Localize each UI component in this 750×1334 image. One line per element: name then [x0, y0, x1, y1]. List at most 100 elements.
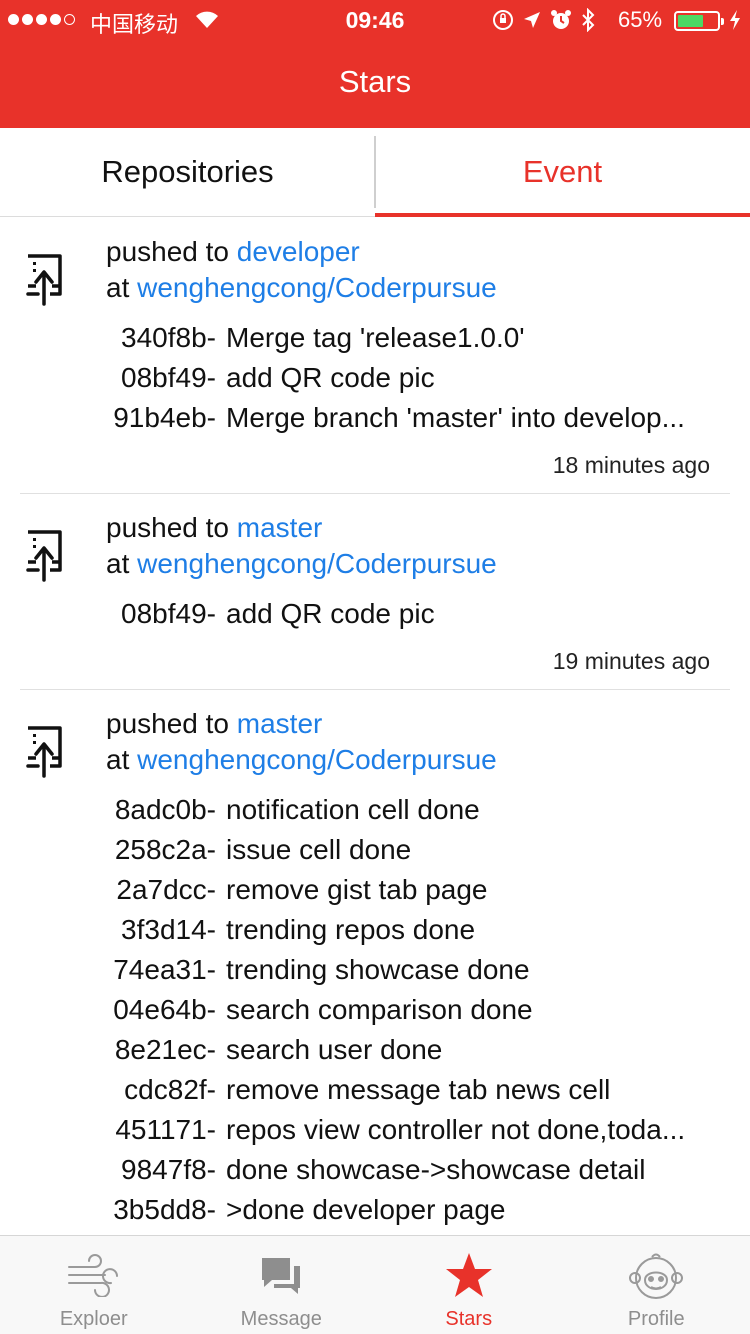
commit-sha: cdc82f-: [124, 1074, 216, 1105]
event-timestamp: 18 minutes ago: [552, 452, 710, 478]
event-action-line: pushed to master: [40, 706, 710, 742]
branch-link[interactable]: developer: [237, 236, 360, 267]
commit-row[interactable]: 9847f8- done showcase->showcase detail: [40, 1150, 710, 1190]
tabbar-item-exploer[interactable]: Exploer: [0, 1236, 188, 1334]
commit-sha: 258c2a-: [114, 834, 216, 865]
at-label: at: [106, 548, 130, 579]
event-item[interactable]: pushed to master at wenghengcong/Coderpur…: [20, 494, 730, 690]
branch-link[interactable]: master: [237, 512, 323, 543]
at-label: at: [106, 272, 130, 303]
event-timestamp: 19 minutes ago: [552, 648, 710, 674]
event-repo-line: at wenghengcong/Coderpursue: [40, 546, 710, 582]
page-title: Stars: [338, 64, 412, 99]
navigation-bar: 中国移动 09:46 65% Stars: [0, 0, 750, 128]
commit-list: 340f8b- Merge tag 'release1.0.0' 08bf49- ad…: [40, 318, 710, 438]
commit-sha: 91b4eb-: [113, 402, 216, 433]
commit-sha: 8e21ec-: [114, 1034, 216, 1065]
charging-bolt-icon: [730, 10, 740, 30]
tab-divider: [374, 136, 376, 208]
commit-sha: 451171-: [115, 1114, 216, 1145]
commit-row[interactable]: 74ea31- trending showcase done: [40, 950, 710, 990]
commit-sha: 3b5dd8-: [113, 1194, 216, 1225]
commit-sha: 8adc0b-: [114, 794, 216, 825]
repo-push-icon: [24, 254, 64, 306]
commit-message: trending showcase done: [226, 954, 530, 985]
location-arrow-icon: [524, 12, 540, 28]
event-action-line: pushed to master: [40, 510, 710, 546]
status-bar: 中国移动 09:46 65%: [0, 0, 750, 40]
alarm-icon: [551, 10, 571, 29]
tab-event[interactable]: Event: [375, 128, 750, 217]
tabbar-label: Profile: [627, 1308, 685, 1330]
commit-sha: 08bf49-: [121, 362, 216, 393]
commit-row[interactable]: 8adc0b-notification cell done: [40, 790, 710, 830]
tabbar-label: Stars: [445, 1308, 493, 1330]
commit-message: remove message tab news cell: [226, 1074, 611, 1105]
tab-bar: Exploer Message Stars Profile: [0, 1235, 750, 1334]
event-action: pushed to: [106, 236, 229, 267]
repo-push-icon: [24, 726, 64, 778]
wind-icon: [67, 1254, 118, 1297]
repo-push-icon: [24, 530, 64, 582]
commit-row[interactable]: cdc82f-remove message tab news cell: [40, 1070, 710, 1110]
event-item[interactable]: pushed to developer at wenghengcong/Coder…: [20, 218, 730, 494]
event-item[interactable]: pushed to master at wenghengcong/Coderpur…: [20, 690, 730, 1235]
battery-percent: 65%: [618, 7, 663, 32]
commit-row[interactable]: 3f3d14- trending repos done: [40, 910, 710, 950]
commit-message: done showcase->showcase detail: [226, 1154, 646, 1185]
tabbar-item-stars[interactable]: Stars: [375, 1236, 563, 1334]
commit-sha: 9847f8-: [121, 1154, 216, 1185]
branch-link[interactable]: master: [237, 708, 323, 739]
commit-row[interactable]: 2a7dcc-remove gist tab page: [40, 870, 710, 910]
commit-row[interactable]: 8e21ec-search user done: [40, 1030, 710, 1070]
event-action: pushed to: [106, 708, 229, 739]
commit-message: add QR code pic: [226, 598, 435, 629]
commit-message: >done developer page: [226, 1194, 506, 1225]
commit-row[interactable]: 08bf49- add QR code pic: [40, 358, 710, 398]
event-feed[interactable]: pushed to developer at wenghengcong/Coder…: [0, 218, 750, 1235]
commit-message: Merge branch 'master' into develop...: [226, 402, 685, 433]
commit-message: notification cell done: [226, 794, 480, 825]
commit-row[interactable]: 08bf49- add QR code pic: [40, 594, 710, 634]
commit-sha: 04e64b-: [113, 994, 216, 1025]
tab-repositories[interactable]: Repositories: [0, 128, 375, 216]
commit-message: trending repos done: [226, 914, 476, 945]
commit-message: remove gist tab page: [226, 874, 488, 905]
event-repo-line: at wenghengcong/Coderpursue: [40, 270, 710, 306]
event-action-line: pushed to developer: [40, 234, 710, 270]
commit-row[interactable]: 91b4eb- Merge branch 'master' into develo…: [40, 398, 710, 438]
commit-message: search user done: [226, 1034, 443, 1065]
commit-row[interactable]: 451171- repos view controller not done,to…: [40, 1110, 710, 1150]
repo-link[interactable]: wenghengcong/Coderpursue: [137, 744, 497, 775]
commit-message: add QR code pic: [226, 362, 435, 393]
commit-message: Merge tag 'release1.0.0': [226, 322, 525, 353]
commit-message: repos view controller not done,toda...: [226, 1114, 686, 1145]
commit-row[interactable]: 340f8b- Merge tag 'release1.0.0': [40, 318, 710, 358]
commit-row[interactable]: 3b5dd8- >done developer page: [40, 1190, 710, 1230]
commit-sha: 08bf49-: [121, 598, 216, 629]
commit-message: issue cell done: [226, 834, 412, 865]
bluetooth-icon: [582, 8, 595, 32]
commit-row[interactable]: 04e64b-search comparison done: [40, 990, 710, 1030]
event-action: pushed to: [106, 512, 229, 543]
monkey-face-icon: [629, 1253, 684, 1299]
commit-sha: 74ea31-: [113, 954, 216, 985]
star-icon: [445, 1253, 492, 1297]
commit-list: 8adc0b-notification cell done 258c2a-issu…: [40, 790, 710, 1235]
commit-message: search comparison done: [226, 994, 533, 1025]
commit-sha: 3f3d14-: [121, 914, 216, 945]
rotation-lock-icon: [493, 10, 513, 30]
tabbar-label: Message: [240, 1308, 322, 1330]
chat-bubbles-icon: [262, 1258, 301, 1294]
tabbar-item-message[interactable]: Message: [188, 1236, 376, 1334]
repo-link[interactable]: wenghengcong/Coderpursue: [137, 548, 497, 579]
commit-sha: 2a7dcc-: [116, 874, 216, 905]
commit-sha: 340f8b-: [121, 322, 216, 353]
commit-list: 08bf49- add QR code pic: [40, 594, 710, 634]
tabbar-label: Exploer: [59, 1308, 128, 1330]
repo-link[interactable]: wenghengcong/Coderpursue: [137, 272, 497, 303]
event-repo-line: at wenghengcong/Coderpursue: [40, 742, 710, 778]
commit-row[interactable]: 258c2a-issue cell done: [40, 830, 710, 870]
at-label: at: [106, 744, 130, 775]
tabbar-item-profile[interactable]: Profile: [563, 1236, 750, 1334]
